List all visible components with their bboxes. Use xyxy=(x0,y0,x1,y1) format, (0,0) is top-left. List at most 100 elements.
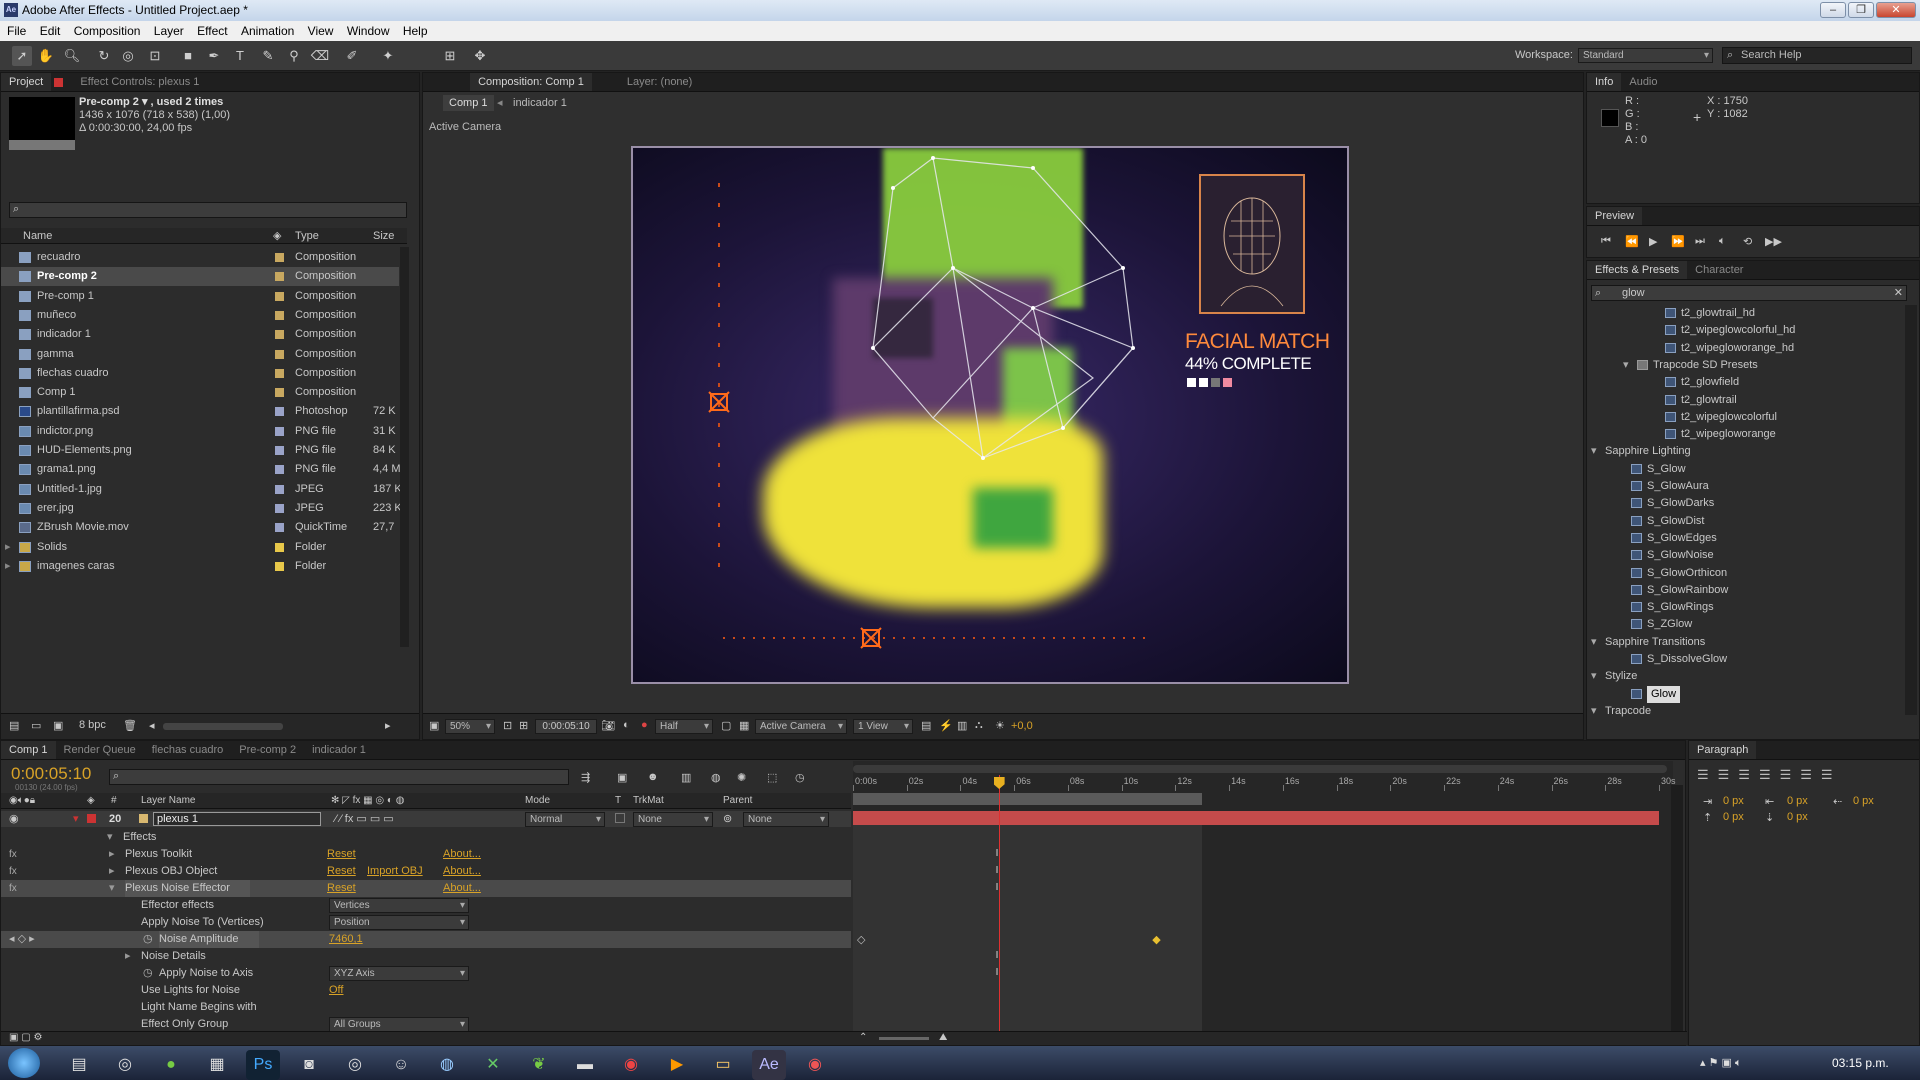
effect-property-row[interactable]: Apply Noise To (Vertices) Position xyxy=(1,914,851,931)
snapshot-icon[interactable]: 📷︎ xyxy=(601,719,615,732)
scroll-left-icon[interactable]: ◂ xyxy=(149,719,155,732)
taskbar-photoshop-icon[interactable]: Ps xyxy=(246,1050,280,1080)
taskbar-record-icon[interactable]: ◉ xyxy=(798,1050,832,1080)
label-color-swatch[interactable] xyxy=(275,561,284,571)
project-item[interactable]: grama1.png PNG file 4,4 M xyxy=(1,460,401,479)
property-dropdown[interactable]: Vertices xyxy=(329,898,469,913)
puppet-tool-icon[interactable]: ✦ xyxy=(378,46,398,66)
taskbar-chrome-icon[interactable]: ◉ xyxy=(614,1050,648,1080)
expand-triangle-icon[interactable]: ▾ xyxy=(1591,634,1597,651)
indent-first-value[interactable]: 0 px xyxy=(1787,795,1808,807)
motion-blur-icon[interactable]: ◍ xyxy=(711,771,721,784)
effects-tree-item[interactable]: t2_wipeglowcolorful xyxy=(1587,409,1903,426)
layer-switches[interactable]: ⁄ ⁄ fx ▭ ▭ ▭ xyxy=(335,811,394,827)
transparency-grid-icon[interactable]: ▦ xyxy=(739,719,749,732)
breadcrumb-indicador1[interactable]: indicador 1 xyxy=(513,93,567,113)
zoom-tool-icon[interactable]: 🔍︎ xyxy=(62,46,82,66)
effect-property-row[interactable]: ▾ Effects xyxy=(1,829,851,846)
expand-folder-icon[interactable]: ▸ xyxy=(5,538,11,557)
column-name[interactable]: Name xyxy=(23,228,52,244)
label-color-swatch[interactable] xyxy=(275,368,284,378)
channel-icon[interactable]: ● xyxy=(641,719,648,731)
property-value[interactable]: 7460,1 xyxy=(329,931,363,948)
fx-icon[interactable]: fx xyxy=(9,863,17,880)
parent-select[interactable]: None xyxy=(743,812,829,827)
close-button[interactable]: ✕ xyxy=(1876,2,1916,18)
label-color-swatch[interactable] xyxy=(275,310,284,320)
horizontal-scroll-thumb[interactable] xyxy=(163,723,283,730)
world-axis-icon[interactable]: ✥ xyxy=(470,46,490,66)
tab-paragraph[interactable]: Paragraph xyxy=(1689,741,1757,759)
effects-tree-item[interactable]: ▾ Sapphire Transitions xyxy=(1587,634,1903,651)
project-item[interactable]: ZBrush Movie.mov QuickTime 27,7 xyxy=(1,518,399,537)
next-frame-icon[interactable]: ⏩ xyxy=(1671,235,1685,248)
menu-file[interactable]: File xyxy=(7,24,26,38)
comp-mini-flowchart-icon[interactable]: ⇶ xyxy=(581,771,590,784)
effect-property-row[interactable]: Effector effects Vertices xyxy=(1,897,851,914)
first-frame-icon[interactable]: ⏮ xyxy=(1601,235,1611,248)
show-snapshot-icon[interactable]: ◐ xyxy=(623,719,630,731)
tab-indicador-1[interactable]: indicador 1 xyxy=(304,741,374,759)
menu-layer[interactable]: Layer xyxy=(154,24,184,38)
eraser-tool-icon[interactable]: ⌫ xyxy=(310,46,330,66)
effects-tree-item[interactable]: S_GlowNoise xyxy=(1587,547,1903,564)
taskbar-user-icon[interactable]: ☺ xyxy=(384,1050,418,1080)
label-color-swatch[interactable] xyxy=(275,542,284,552)
pickwhip-icon[interactable]: ⊚ xyxy=(723,811,732,827)
effects-tree-item[interactable]: S_GlowOrthicon xyxy=(1587,565,1903,582)
about-link[interactable]: About... xyxy=(443,863,481,880)
toggle-switches-icon[interactable]: ▣ ▢ ⚙ xyxy=(9,1032,42,1043)
fx-icon[interactable]: fx xyxy=(9,880,17,897)
tab-comp-1[interactable]: Comp 1 xyxy=(1,741,56,759)
property-dropdown[interactable]: XYZ Axis xyxy=(329,966,469,981)
effects-tree-item[interactable]: S_Glow xyxy=(1587,461,1903,478)
expand-triangle-icon[interactable]: ▾ xyxy=(1591,443,1597,460)
project-item[interactable]: erer.jpg JPEG 223 K xyxy=(1,499,402,518)
project-item[interactable]: gamma Composition xyxy=(1,345,399,364)
fast-previews-icon[interactable]: ⚡ xyxy=(939,719,953,732)
tab-render-queue[interactable]: Render Queue xyxy=(56,741,144,759)
tab-preview[interactable]: Preview xyxy=(1587,207,1643,225)
fx-icon[interactable]: fx xyxy=(9,846,17,863)
new-composition-icon[interactable]: ▣ xyxy=(53,719,63,732)
effects-tree-item[interactable]: t2_glowtrail_hd xyxy=(1587,305,1903,322)
type-tool-icon[interactable]: T xyxy=(230,46,250,66)
label-color-swatch[interactable] xyxy=(275,253,284,262)
layer-row-plexus[interactable]: ◉ ▾ 20 plexus 1 ⁄ ⁄ fx ▭ ▭ ▭ Normal None… xyxy=(1,811,851,827)
tab-flechas-cuadro[interactable]: flechas cuadro xyxy=(144,741,232,759)
menu-composition[interactable]: Composition xyxy=(74,24,141,38)
label-color-swatch[interactable] xyxy=(275,484,284,494)
clear-search-icon[interactable]: ✕ xyxy=(1894,286,1903,300)
region-of-interest-icon[interactable]: ▢ xyxy=(721,719,731,732)
new-folder-icon[interactable]: ▭ xyxy=(31,719,41,732)
effect-property-row[interactable]: Use Lights for Noise Off xyxy=(1,982,851,999)
rotate-tool-icon[interactable]: ↻ xyxy=(94,46,114,66)
taskbar-explorer-icon[interactable]: ▤ xyxy=(62,1050,96,1080)
effects-tree-item[interactable]: Glow xyxy=(1587,685,1903,703)
label-color-swatch[interactable] xyxy=(275,330,284,340)
label-color-swatch[interactable] xyxy=(275,426,284,436)
always-preview-icon[interactable]: ▣ xyxy=(429,719,439,732)
exposure-value[interactable]: +0,0 xyxy=(1011,720,1033,732)
zoom-slider[interactable] xyxy=(879,1037,929,1040)
play-icon[interactable]: ▶ xyxy=(1649,235,1657,248)
brainstorm-icon[interactable]: ✺ xyxy=(737,771,746,784)
tab-effects-presets[interactable]: Effects & Presets xyxy=(1587,261,1688,279)
twirl-closed-icon[interactable]: ▸ xyxy=(109,863,115,880)
camera-view-select[interactable]: Active Camera xyxy=(755,719,847,734)
minimize-button[interactable]: – xyxy=(1820,2,1846,18)
tab-character[interactable]: Character xyxy=(1687,261,1751,279)
taskbar-player-icon[interactable]: ▶ xyxy=(660,1050,694,1080)
effects-tree-item[interactable]: ▾ Stylize xyxy=(1587,668,1903,685)
taskbar-app-icon[interactable]: ◎ xyxy=(108,1050,142,1080)
twirl-closed-icon[interactable]: ▸ xyxy=(125,948,131,965)
paragraph-align-icons[interactable]: ☰☰☰☰☰☰☰ xyxy=(1697,767,1842,783)
effect-property-row[interactable]: ◂ ◇ ▸ ◷ Noise Amplitude 7460,1 xyxy=(1,931,851,948)
property-dropdown[interactable]: Position xyxy=(329,915,469,930)
expand-triangle-icon[interactable]: ▾ xyxy=(1623,357,1629,374)
effect-property-row[interactable]: fx ▾ Plexus Noise Effector Reset About... xyxy=(1,880,851,897)
project-item[interactable]: recuadro Composition xyxy=(1,248,399,267)
tab-project[interactable]: Project xyxy=(1,73,52,91)
time-navigator[interactable] xyxy=(853,765,1667,773)
expand-triangle-icon[interactable]: ▾ xyxy=(1591,703,1597,720)
